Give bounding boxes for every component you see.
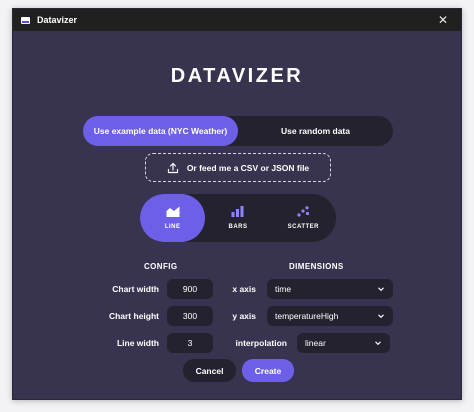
upload-file-label: Or feed me a CSV or JSON file xyxy=(186,162,310,173)
chart-type-scatter-label: SCATTER xyxy=(287,224,320,230)
app-icon xyxy=(21,16,30,24)
close-button[interactable]: ✕ xyxy=(433,10,453,30)
interpolation-select[interactable]: linear xyxy=(297,333,390,353)
create-button[interactable]: Create xyxy=(242,359,294,382)
dimensions-title: DIMENSIONS xyxy=(289,262,344,271)
chart-type-bars[interactable]: BARS xyxy=(205,194,270,242)
use-random-data-button[interactable]: Use random data xyxy=(238,116,393,146)
y-axis-select[interactable]: temperatureHigh xyxy=(267,306,393,326)
chevron-down-icon xyxy=(378,314,384,319)
line-chart-icon xyxy=(166,206,180,217)
upload-icon xyxy=(167,162,178,173)
line-width-input[interactable] xyxy=(167,333,213,353)
scatter-chart-icon xyxy=(297,206,309,217)
line-width-label: Line width xyxy=(116,338,159,348)
cancel-button[interactable]: Cancel xyxy=(183,359,236,382)
chart-type-toggle: LINE BARS SCATTER xyxy=(140,194,336,242)
chevron-down-icon xyxy=(378,287,384,292)
interpolation-value: linear xyxy=(305,338,326,348)
chart-width-input[interactable] xyxy=(167,279,213,299)
main-content: DATAVIZER Use example data (NYC Weather)… xyxy=(13,31,461,399)
chart-height-label: Chart height xyxy=(108,311,159,321)
window-title: Datavizer xyxy=(37,15,78,25)
chart-type-bars-label: BARS xyxy=(228,224,248,230)
chart-type-scatter[interactable]: SCATTER xyxy=(271,194,336,242)
interpolation-label: interpolation xyxy=(235,338,287,348)
title-bar: Datavizer ✕ xyxy=(13,9,461,31)
data-source-toggle: Use example data (NYC Weather) Use rando… xyxy=(83,116,393,146)
close-icon: ✕ xyxy=(437,13,449,27)
bar-chart-icon xyxy=(231,206,244,217)
x-axis-value: time xyxy=(275,284,292,294)
x-axis-select[interactable]: time xyxy=(267,279,393,299)
chart-type-line-label: LINE xyxy=(164,224,181,230)
chart-height-input[interactable] xyxy=(167,306,213,326)
use-example-data-button[interactable]: Use example data (NYC Weather) xyxy=(83,116,238,146)
chevron-down-icon xyxy=(375,341,381,346)
app-window: Datavizer ✕ DATAVIZER Use example data (… xyxy=(12,8,462,400)
config-title: CONFIG xyxy=(144,262,178,271)
app-logo: DATAVIZER xyxy=(170,65,304,87)
chart-type-line[interactable]: LINE xyxy=(140,194,206,242)
y-axis-label: y axis xyxy=(232,311,256,321)
y-axis-value: temperatureHigh xyxy=(275,311,339,321)
chart-width-label: Chart width xyxy=(112,284,159,294)
x-axis-label: x axis xyxy=(232,284,256,294)
upload-file-button[interactable]: Or feed me a CSV or JSON file xyxy=(145,153,331,182)
